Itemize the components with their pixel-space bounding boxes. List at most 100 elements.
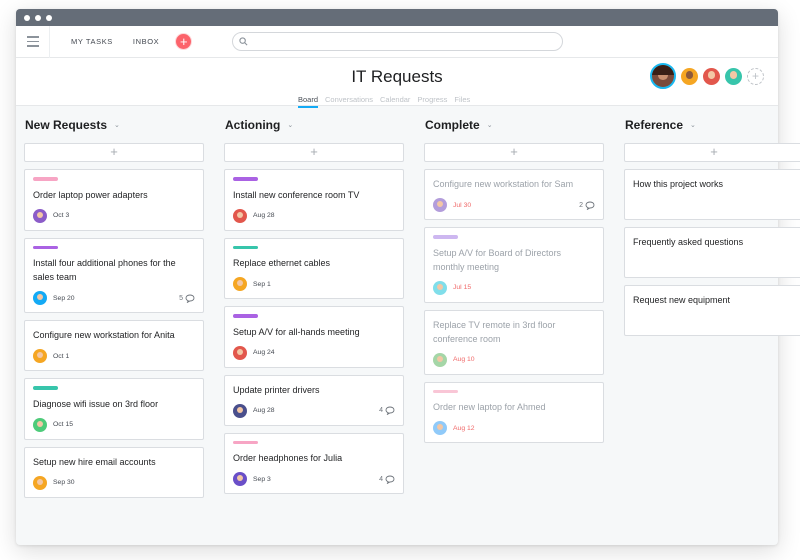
task-meta: Jul 30 2 [433, 197, 595, 213]
add-task-button[interactable]: + [224, 143, 404, 162]
task-title: Frequently asked questions [633, 237, 744, 247]
assignee-avatar[interactable] [233, 277, 247, 291]
chevron-down-icon[interactable]: ⌄ [287, 121, 293, 129]
task-title: Diagnose wifi issue on 3rd floor [33, 398, 159, 409]
task-card[interactable]: How this project works [624, 169, 800, 220]
due-date[interactable]: Sep 1 [253, 281, 271, 288]
column-title: New Requests [25, 118, 108, 132]
nav-my-tasks[interactable]: MY TASKS [71, 37, 113, 46]
task-card[interactable]: Replace TV remote in 3rd floor conferenc… [424, 309, 604, 375]
chevron-down-icon[interactable]: ⌄ [690, 121, 696, 129]
due-date[interactable]: Aug 24 [253, 349, 275, 356]
member-avatar[interactable] [650, 63, 676, 89]
column-header[interactable]: Complete ⌄ [424, 115, 604, 135]
task-title: Configure new workstation for Anita [33, 330, 175, 340]
add-task-button[interactable]: + [624, 143, 800, 162]
member-avatar[interactable] [725, 67, 742, 85]
column-header[interactable]: Actioning ⌄ [224, 115, 404, 135]
tab-board[interactable]: Board [298, 95, 319, 108]
comment-count[interactable]: 2 [579, 201, 595, 210]
comment-count[interactable]: 4 [379, 475, 395, 484]
due-date[interactable]: Jul 15 [453, 284, 471, 291]
task-title: Request new equipment [633, 295, 731, 305]
window-minimize-dot[interactable] [35, 14, 41, 21]
comment-count-value: 4 [379, 475, 383, 483]
assignee-avatar[interactable] [233, 345, 247, 360]
assignee-avatar[interactable] [433, 352, 447, 367]
tab-files[interactable]: Files [454, 95, 470, 104]
due-date[interactable]: Sep 30 [53, 479, 75, 486]
due-date[interactable]: Aug 10 [453, 356, 475, 363]
assignee-avatar[interactable] [433, 280, 447, 295]
task-card[interactable]: Update printer drivers Aug 28 4 [224, 374, 404, 426]
due-date[interactable]: Aug 28 [253, 407, 275, 414]
tab-progress[interactable]: Progress [417, 95, 447, 104]
task-card[interactable]: Order headphones for Julia Sep 3 4 [224, 432, 404, 494]
task-card[interactable]: Setup A/V for Board of Directors monthly… [424, 227, 604, 303]
assignee-avatar[interactable] [33, 475, 47, 490]
due-date[interactable]: Jul 30 [453, 202, 471, 209]
board-column: New Requests ⌄ + Order laptop power adapter… [24, 115, 204, 498]
assignee-avatar[interactable] [33, 417, 47, 432]
assignee-avatar[interactable] [433, 421, 447, 435]
task-meta: Aug 28 4 [233, 403, 395, 419]
task-card[interactable]: Setup A/V for all-hands meeting Aug 24 [224, 306, 404, 368]
due-date[interactable]: Aug 28 [253, 212, 275, 219]
comment-count-value: 5 [179, 294, 183, 302]
due-date[interactable]: Sep 20 [53, 295, 75, 302]
task-card[interactable]: Replace ethernet cables Sep 1 [224, 237, 404, 299]
member-avatar[interactable] [681, 67, 698, 85]
due-date[interactable]: Oct 1 [53, 353, 69, 360]
task-meta: Aug 12 [433, 420, 595, 436]
chevron-down-icon[interactable]: ⌄ [487, 121, 493, 129]
board-column: Actioning ⌄ + Install new conference room T… [224, 115, 404, 498]
task-title: Configure new workstation for Sam [433, 179, 574, 189]
task-card[interactable]: Diagnose wifi issue on 3rd floor Oct 15 [24, 378, 204, 440]
due-date[interactable]: Aug 12 [453, 425, 475, 432]
tag-color-bar [233, 177, 258, 181]
assignee-avatar[interactable] [233, 472, 247, 486]
task-card[interactable]: Configure new workstation for Anita Oct 1 [24, 320, 204, 371]
tag-color-bar [233, 440, 258, 444]
member-avatar[interactable] [703, 67, 720, 85]
assignee-avatar[interactable] [433, 198, 447, 212]
task-meta: Sep 30 [33, 475, 195, 491]
add-task-button[interactable]: + [24, 143, 204, 162]
hamburger-menu-icon[interactable] [16, 25, 50, 58]
add-member-button[interactable]: + [747, 67, 764, 85]
column-header[interactable]: Reference ⌄ [624, 115, 800, 135]
assignee-avatar[interactable] [33, 291, 47, 305]
task-card[interactable]: Install four additional phones for the s… [24, 237, 204, 313]
assignee-avatar[interactable] [233, 403, 247, 418]
window-close-dot[interactable] [24, 14, 30, 21]
task-meta: Aug 24 [233, 345, 395, 361]
task-card[interactable]: Order laptop power adapters Oct 3 [24, 169, 204, 231]
comment-count[interactable]: 5 [179, 294, 195, 303]
due-date[interactable]: Oct 3 [53, 212, 69, 219]
window-maximize-dot[interactable] [46, 14, 52, 21]
nav-inbox[interactable]: INBOX [133, 37, 159, 46]
column-header[interactable]: New Requests ⌄ [24, 115, 204, 135]
add-task-button[interactable]: + [424, 143, 604, 162]
quick-add-button[interactable]: + [176, 34, 192, 49]
task-card[interactable]: Install new conference room TV Aug 28 [224, 169, 404, 231]
chevron-down-icon[interactable]: ⌄ [114, 121, 120, 129]
task-card[interactable]: Frequently asked questions [624, 227, 800, 278]
task-meta: Aug 28 [233, 208, 395, 224]
task-card[interactable]: Order new laptop for Ahmed Aug 12 [424, 381, 604, 443]
tag-color-bar [33, 386, 58, 390]
task-meta: Sep 20 5 [33, 290, 195, 306]
tab-calendar[interactable]: Calendar [380, 95, 410, 104]
task-card[interactable]: Configure new workstation for Sam Jul 30 2 [424, 169, 604, 220]
due-date[interactable]: Oct 15 [53, 421, 73, 428]
tab-conversations[interactable]: Conversations [325, 95, 373, 104]
due-date[interactable]: Sep 3 [253, 476, 271, 483]
task-title: Order laptop power adapters [33, 189, 148, 200]
task-card[interactable]: Setup new hire email accounts Sep 30 [24, 446, 204, 498]
search-input[interactable] [232, 32, 563, 51]
comment-count[interactable]: 4 [379, 406, 395, 415]
assignee-avatar[interactable] [233, 208, 247, 223]
assignee-avatar[interactable] [33, 349, 47, 363]
assignee-avatar[interactable] [33, 208, 47, 223]
task-card[interactable]: Request new equipment [624, 285, 800, 336]
